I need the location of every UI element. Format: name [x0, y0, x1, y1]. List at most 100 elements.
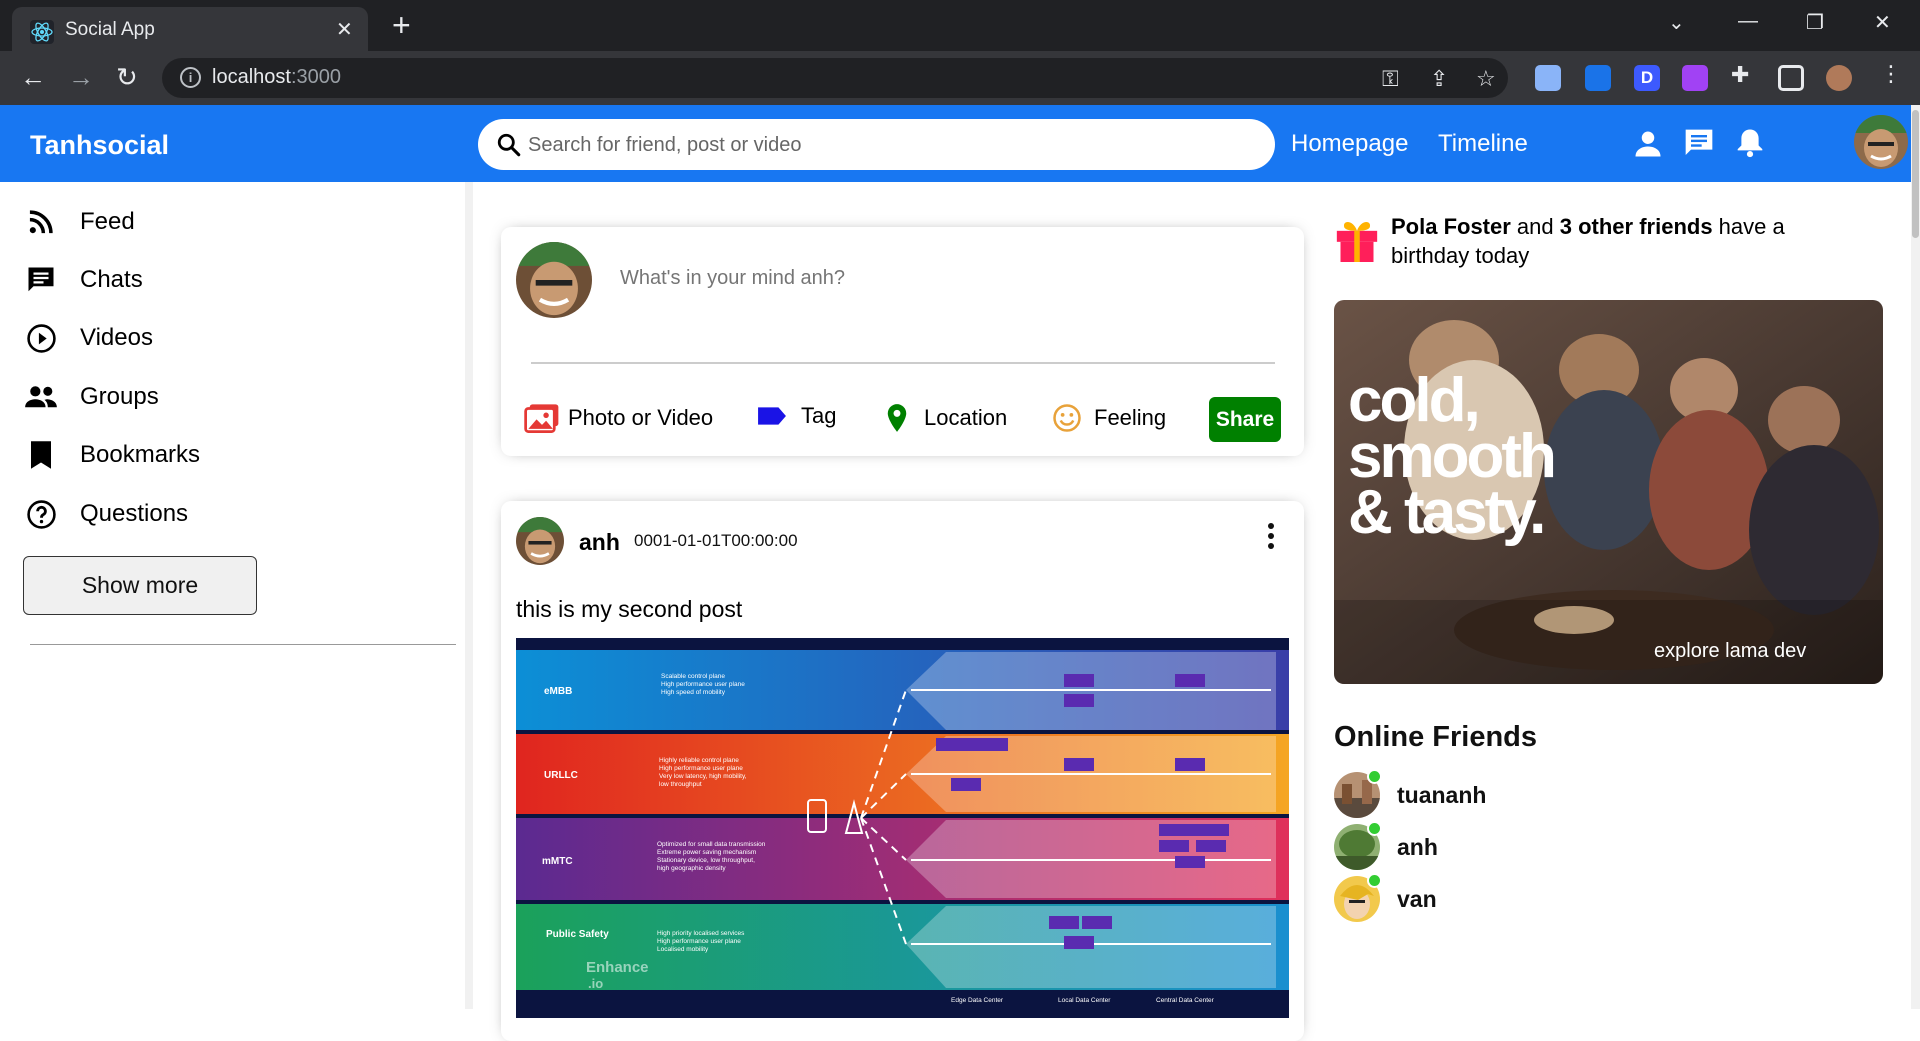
close-tab-icon[interactable]: ✕: [336, 17, 353, 42]
sidebar-item-questions[interactable]: Questions: [24, 497, 188, 531]
search-input[interactable]: [528, 131, 1228, 159]
post-username[interactable]: anh: [579, 529, 620, 556]
post-date: 0001-01-01T00:00:00: [634, 531, 798, 550]
online-status-dot: [1367, 769, 1382, 784]
user-avatar[interactable]: [1854, 115, 1908, 169]
water-drop-extension-icon[interactable]: [1585, 65, 1611, 91]
online-status-dot: [1367, 873, 1382, 888]
url-text: localhost:3000: [212, 66, 341, 88]
row-label-embb: eMBB: [544, 686, 572, 697]
scrollbar-thumb[interactable]: [1912, 110, 1919, 238]
advertisement-image[interactable]: cold, smooth & tasty. explore lama dev: [1334, 300, 1883, 684]
online-friend-item[interactable]: tuananh: [1334, 769, 1486, 819]
post-input[interactable]: [620, 267, 1180, 290]
svg-text:Very low latency, high mobilit: Very low latency, high mobility,: [659, 773, 747, 780]
svg-text:High performance user plane: High performance user plane: [657, 938, 741, 945]
watermark-text: Enhance: [586, 959, 649, 976]
sidebar-item-label: Groups: [80, 383, 159, 410]
post-image[interactable]: eMBB URLLC mMTC Public Safety Scalable c…: [516, 638, 1289, 1018]
right-sidebar: Pola Foster and 3 other friends have a b…: [1333, 182, 1911, 1009]
option-tag[interactable]: Tag: [757, 403, 836, 429]
play-circle-icon: [26, 323, 56, 353]
window-close-icon[interactable]: ✕: [1874, 10, 1891, 35]
option-photo-video[interactable]: Photo or Video: [524, 403, 713, 433]
online-friend-item[interactable]: van: [1334, 873, 1437, 923]
key-icon[interactable]: ⚿: [1382, 66, 1399, 92]
back-icon[interactable]: ←: [20, 63, 46, 91]
sidebar-item-label: Feed: [80, 208, 135, 235]
page-scrollbar[interactable]: [1911, 105, 1920, 1009]
svg-text:Localised mobility: Localised mobility: [657, 946, 709, 953]
sidebar-item-label: Questions: [80, 500, 189, 527]
row-label-mmtc: mMTC: [542, 856, 573, 867]
purple-extension-icon[interactable]: [1682, 65, 1708, 91]
online-status-dot: [1367, 821, 1382, 836]
search-bar[interactable]: [478, 119, 1275, 170]
sidebar-item-bookmarks[interactable]: Bookmarks: [24, 438, 200, 472]
chat-bubble-icon[interactable]: [1683, 127, 1715, 159]
sidebar-item-chats[interactable]: Chats: [24, 263, 143, 297]
composer-divider: [531, 362, 1275, 364]
option-feeling[interactable]: Feeling: [1052, 403, 1166, 433]
new-tab-icon[interactable]: +: [392, 9, 411, 41]
help-circle-icon: [26, 499, 56, 529]
row-label-urllc: URLLC: [544, 770, 578, 781]
sidebar-item-videos[interactable]: Videos: [24, 321, 153, 355]
svg-text:High performance user plane: High performance user plane: [661, 681, 745, 688]
bookmark-star-icon[interactable]: ☆: [1476, 66, 1496, 92]
extensions-puzzle-icon[interactable]: ✚: [1731, 62, 1749, 88]
svg-text:High priority localised servic: High priority localised services: [657, 930, 745, 937]
browser-tab[interactable]: Social App ✕: [12, 7, 368, 51]
row-label-public-safety: Public Safety: [546, 929, 609, 940]
network-slicing-diagram: eMBB URLLC mMTC Public Safety Scalable c…: [516, 638, 1289, 1018]
app-logo[interactable]: Tanhsocial: [30, 130, 169, 161]
notification-bell-icon[interactable]: [1735, 127, 1765, 159]
browser-tab-strip: Social App ✕ + ⌄ — ❐ ✕: [0, 0, 1920, 51]
sidebar-scrollbar[interactable]: [465, 182, 473, 1009]
online-friend-item[interactable]: anh: [1334, 821, 1438, 871]
svg-text:.io: .io: [588, 976, 603, 991]
nav-homepage[interactable]: Homepage: [1291, 130, 1408, 158]
svg-text:Edge Data Center: Edge Data Center: [951, 997, 1004, 1004]
browser-toolbar: ← → ↻ i localhost:3000 ⚿ ⇪ ☆ D ✚ ⋮: [0, 51, 1920, 105]
sidebar-item-label: Videos: [80, 324, 153, 351]
address-bar[interactable]: i localhost:3000 ⚿ ⇪ ☆: [162, 58, 1508, 98]
svg-text:Scalable control plane: Scalable control plane: [661, 673, 725, 680]
d-extension-icon[interactable]: D: [1634, 65, 1660, 91]
rss-feed-icon: [29, 210, 53, 234]
browser-menu-icon[interactable]: ⋮: [1880, 61, 1902, 87]
screen-capture-extension-icon[interactable]: [1535, 65, 1561, 91]
option-location[interactable]: Location: [884, 403, 1007, 433]
svg-text:High speed of mobility: High speed of mobility: [661, 689, 726, 696]
profile-avatar[interactable]: [1826, 65, 1852, 91]
sidebar-item-feed[interactable]: Feed: [24, 205, 135, 239]
tab-search-icon[interactable]: ⌄: [1668, 10, 1685, 35]
share-page-icon[interactable]: ⇪: [1430, 66, 1448, 92]
label-icon: [758, 407, 786, 425]
share-button[interactable]: Share: [1209, 397, 1281, 442]
post-text: this is my second post: [516, 596, 743, 622]
post-composer: Photo or Video Tag Location Feeling Shar…: [501, 227, 1304, 456]
person-icon[interactable]: [1633, 129, 1663, 159]
minimize-icon[interactable]: —: [1738, 10, 1758, 33]
avatar[interactable]: [516, 517, 564, 565]
chat-icon: [28, 267, 54, 292]
app-header: Tanhsocial Homepage Timeline: [0, 105, 1911, 182]
side-panel-icon[interactable]: [1778, 65, 1804, 91]
more-options-icon[interactable]: [1261, 523, 1281, 553]
restore-icon[interactable]: ❐: [1806, 10, 1824, 35]
forward-icon[interactable]: →: [68, 63, 94, 91]
friend-name: van: [1397, 885, 1437, 912]
search-icon: [497, 133, 521, 157]
sidebar-item-groups[interactable]: Groups: [24, 380, 159, 414]
bookmark-icon: [31, 441, 51, 469]
react-favicon-icon: [30, 20, 54, 44]
tab-title: Social App: [65, 19, 155, 40]
show-more-button[interactable]: Show more: [23, 556, 257, 615]
site-info-icon[interactable]: i: [180, 67, 201, 88]
svg-text:Optimized for small data trans: Optimized for small data transmission: [657, 841, 766, 848]
nav-timeline[interactable]: Timeline: [1438, 130, 1528, 158]
avatar[interactable]: [516, 242, 592, 318]
svg-text:Highly reliable control plane: Highly reliable control plane: [659, 757, 739, 764]
reload-icon[interactable]: ↻: [116, 63, 138, 91]
